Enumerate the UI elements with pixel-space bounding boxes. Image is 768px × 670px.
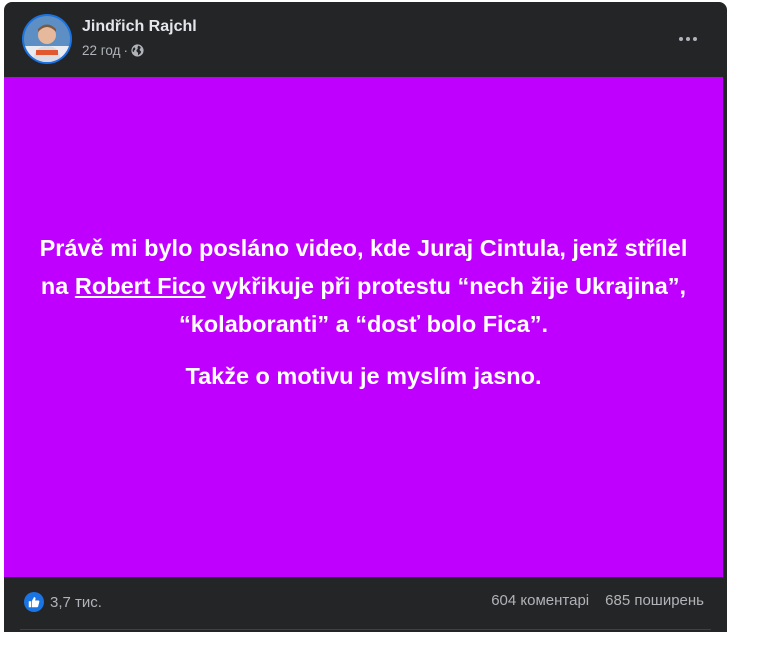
author-avatar[interactable] bbox=[24, 16, 70, 62]
avatar-image bbox=[24, 16, 70, 62]
post-text-background: Právě mi bylo posláno video, kde Juraj C… bbox=[4, 77, 723, 577]
facebook-post: Jindřich Rajchl 22 год · Právě mi bylo p… bbox=[4, 2, 727, 632]
globe-icon[interactable] bbox=[131, 44, 144, 57]
more-dot bbox=[693, 37, 697, 41]
author-name[interactable]: Jindřich Rajchl bbox=[82, 18, 197, 36]
post-body: Právě mi bylo posláno video, kde Juraj C… bbox=[24, 229, 703, 395]
comments-count[interactable]: 604 коментарі bbox=[491, 592, 589, 609]
reactions-summary[interactable]: 3,7 тис. bbox=[24, 592, 102, 612]
shares-count[interactable]: 685 поширень bbox=[605, 592, 704, 609]
post-meta: 22 год · bbox=[82, 43, 144, 58]
post-paragraph-2: Takže o motivu je myslím jasno. bbox=[185, 363, 542, 389]
post-footer: 3,7 тис. 604 коментарі 685 поширень bbox=[4, 577, 727, 632]
mention-link[interactable]: Robert Fico bbox=[75, 273, 206, 299]
more-options-button[interactable] bbox=[673, 24, 703, 54]
meta-separator: · bbox=[123, 43, 128, 58]
post-stats: 604 коментарі 685 поширень bbox=[491, 592, 704, 609]
thumbs-up-glyph bbox=[28, 597, 40, 608]
post-header: Jindřich Rajchl 22 год · bbox=[4, 2, 727, 77]
like-icon bbox=[24, 592, 44, 612]
more-horizontal-icon bbox=[679, 37, 683, 41]
post-time[interactable]: 22 год bbox=[82, 43, 120, 58]
reaction-count: 3,7 тис. bbox=[50, 593, 102, 611]
post-text-part-2: vykřikuje při protestu “nech žije Ukraji… bbox=[178, 273, 687, 337]
footer-divider bbox=[20, 629, 711, 630]
more-dot bbox=[686, 37, 690, 41]
post-paragraph-1: Právě mi bylo posláno video, kde Juraj C… bbox=[24, 229, 703, 343]
